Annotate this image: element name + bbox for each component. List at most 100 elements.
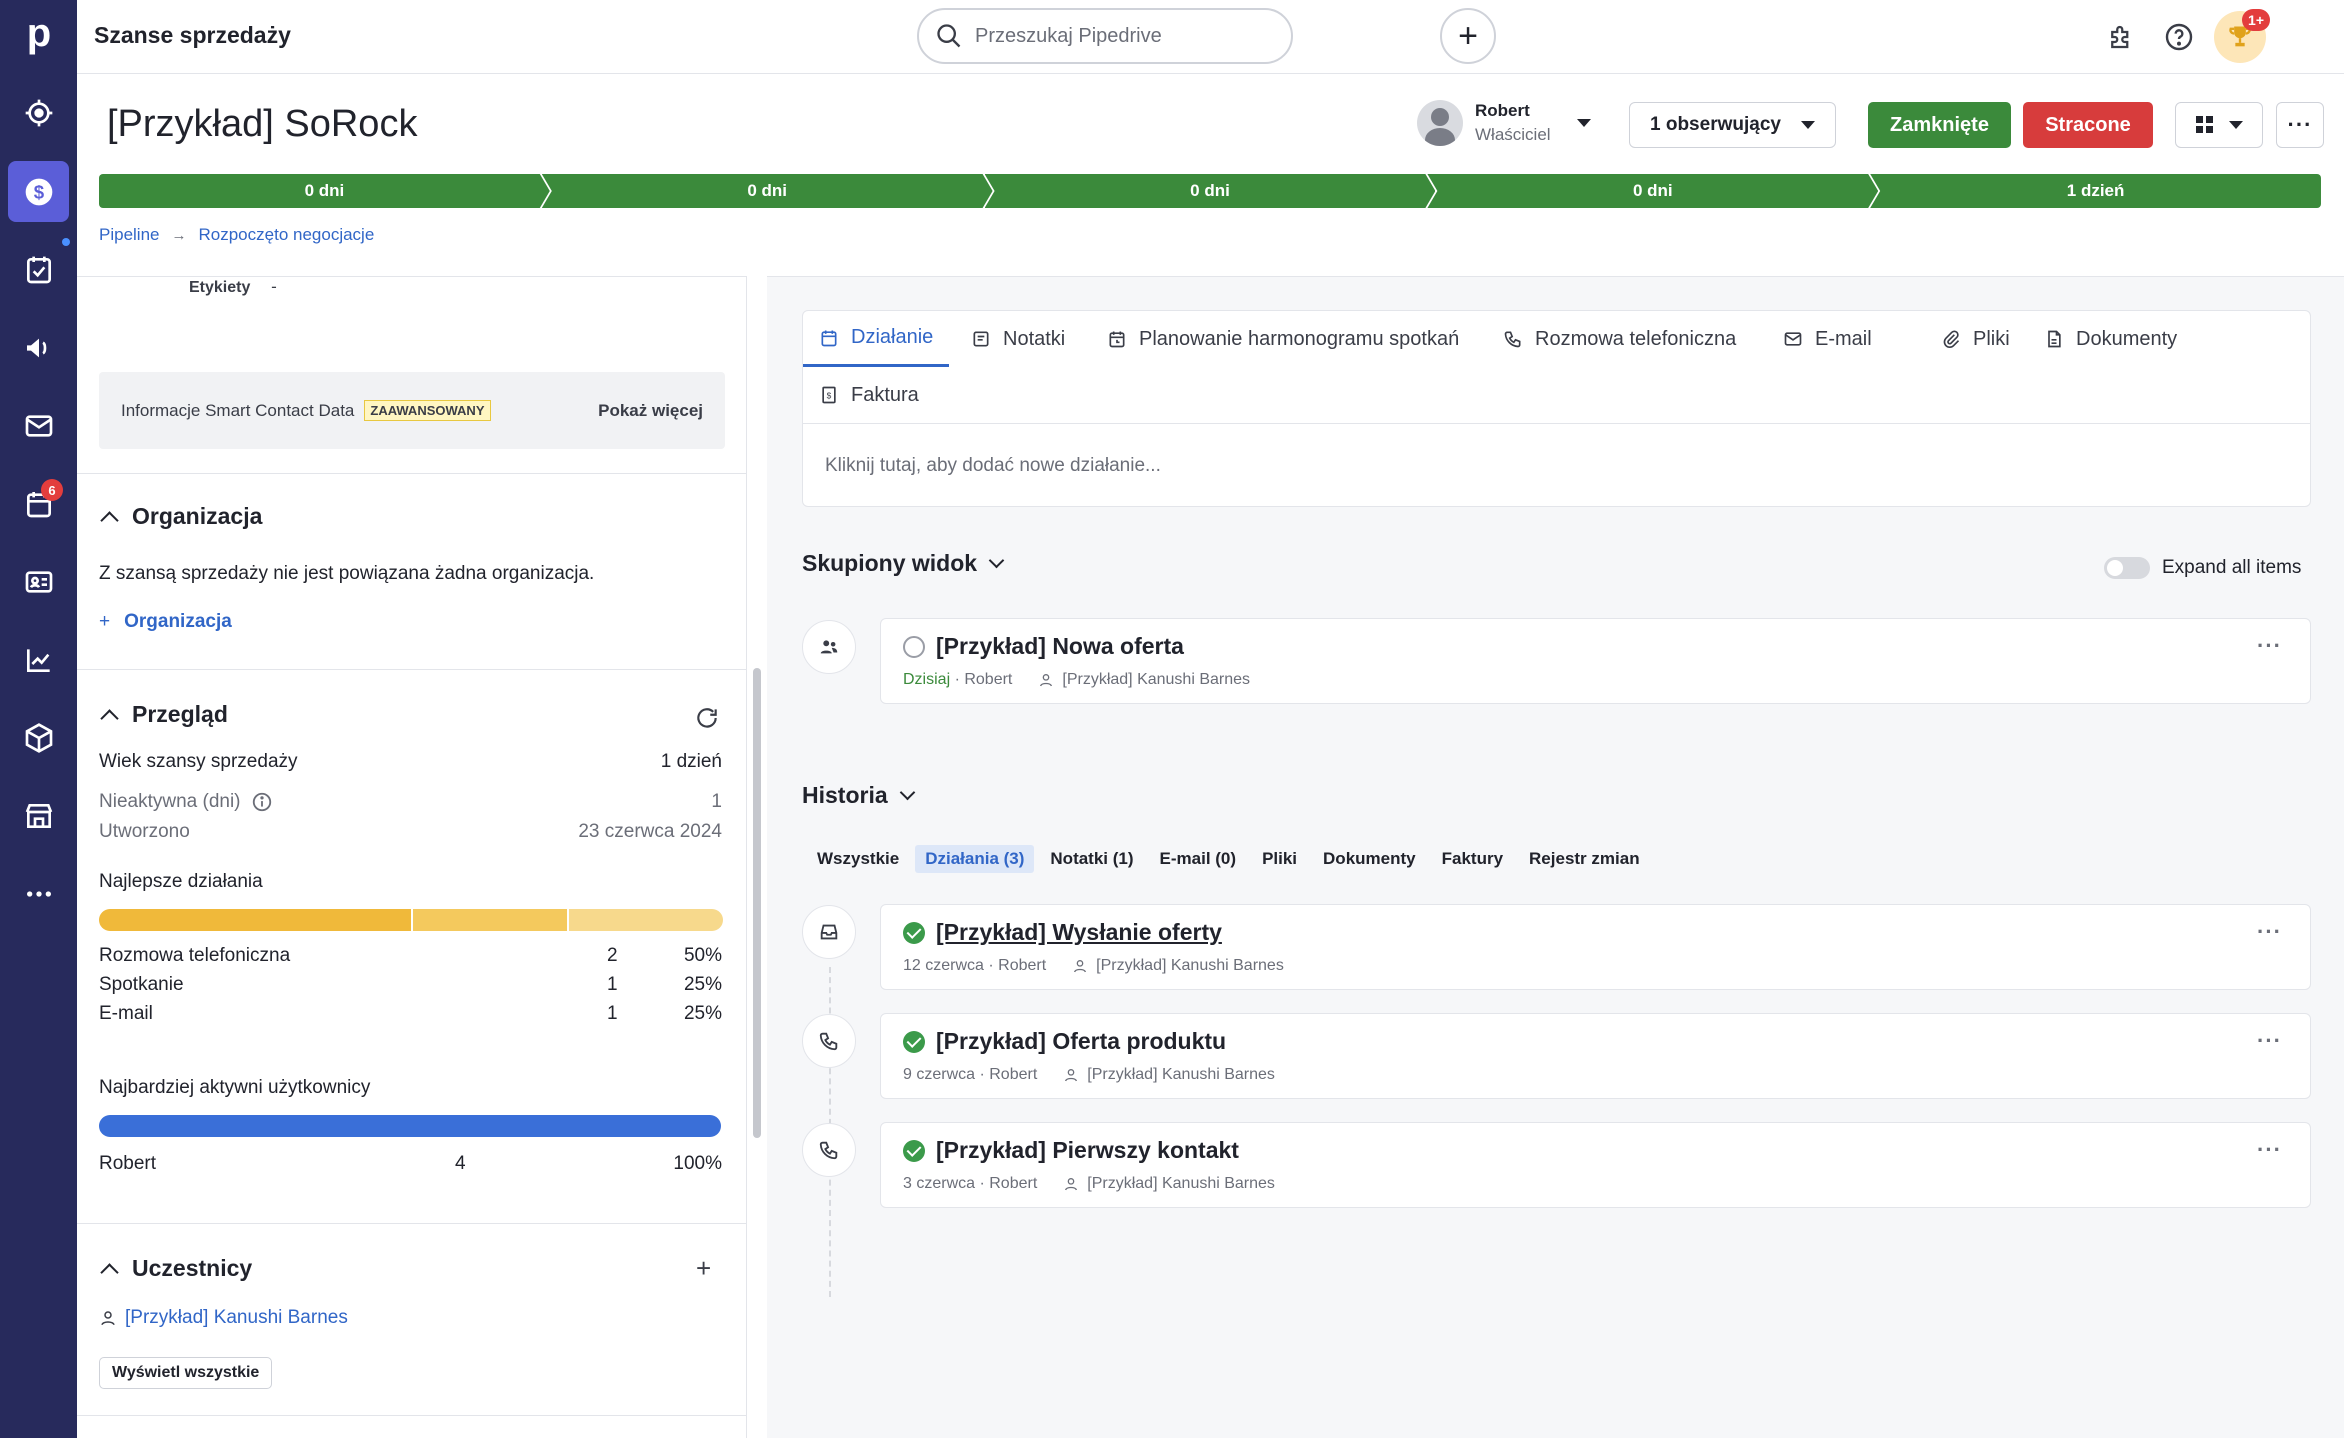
nav-products[interactable] xyxy=(8,707,69,768)
filter-activities[interactable]: Działania (3) xyxy=(915,845,1035,873)
overview-section-toggle[interactable]: Przegląd xyxy=(99,701,228,728)
lost-button[interactable]: Stracone xyxy=(2023,102,2153,148)
tab-notes[interactable]: Notatki xyxy=(971,311,1065,367)
filter-changelog[interactable]: Rejestr zmian xyxy=(1519,845,1650,873)
breadcrumb-pipeline[interactable]: Pipeline xyxy=(99,225,160,245)
megaphone-icon xyxy=(26,338,46,357)
pipeline-stage[interactable]: 0 dni xyxy=(1427,174,1878,208)
mark-done-checkbox[interactable] xyxy=(903,636,925,658)
pipeline-stage[interactable]: 0 dni xyxy=(542,174,993,208)
refresh-icon[interactable] xyxy=(694,705,720,731)
activity-person[interactable]: [Przykład] Kanushi Barnes xyxy=(1062,671,1250,689)
nav-contacts[interactable] xyxy=(8,551,69,612)
organization-empty-text: Z szansą sprzedaży nie jest powiązana ża… xyxy=(99,563,595,584)
organization-title: Organizacja xyxy=(132,503,263,529)
activity-percent: 25% xyxy=(683,974,722,995)
history-item-person[interactable]: [Przykład] Kanushi Barnes xyxy=(1087,1066,1275,1084)
nav-mail[interactable] xyxy=(8,395,69,456)
new-activity-input[interactable]: Kliknij tutaj, aby dodać nowe działanie.… xyxy=(825,455,1161,477)
card-menu-button[interactable]: ··· xyxy=(2257,1028,2282,1054)
achievements-button[interactable]: 1+ xyxy=(2214,9,2270,63)
history-item[interactable]: [Przykład] Wysłanie oferty 12 czerwca · … xyxy=(880,904,2311,990)
pipeline-stage[interactable]: 0 dni xyxy=(99,174,550,208)
card-menu-button[interactable]: ··· xyxy=(2257,1137,2282,1163)
contact-card-icon xyxy=(25,570,52,593)
tab-scheduler[interactable]: Planowanie harmonogramu spotkań xyxy=(1107,311,1459,367)
filter-email[interactable]: E-mail (0) xyxy=(1150,845,1247,873)
pipeline-stage[interactable]: 1 dzień xyxy=(1870,174,2321,208)
won-button[interactable]: Zamknięte xyxy=(1868,102,2011,148)
pipedrive-logo[interactable]: p xyxy=(20,13,58,53)
toggle-switch[interactable] xyxy=(2104,557,2150,579)
done-check-icon[interactable] xyxy=(903,1031,925,1053)
breadcrumb-stage[interactable]: Rozpoczęto negocjacje xyxy=(199,225,375,245)
filter-all[interactable]: Wszystkie xyxy=(807,845,909,873)
chevron-down-icon xyxy=(2229,121,2243,129)
search-input[interactable]: Przeszukaj Pipedrive xyxy=(917,8,1293,64)
tab-label: Notatki xyxy=(1003,327,1066,350)
history-item-person[interactable]: [Przykład] Kanushi Barnes xyxy=(1096,957,1284,975)
done-check-icon[interactable] xyxy=(903,1140,925,1162)
tab-label: Pliki xyxy=(1973,327,2010,350)
filter-notes[interactable]: Notatki (1) xyxy=(1040,845,1143,873)
add-organization-link[interactable]: + Organizacja xyxy=(99,611,232,633)
tab-email[interactable]: E-mail xyxy=(1783,311,1872,367)
created-label: Utworzono xyxy=(99,821,190,842)
nav-insights[interactable] xyxy=(8,629,69,690)
owner-selector[interactable]: Robert Właściciel xyxy=(1417,99,1591,147)
tab-files[interactable]: Pliki xyxy=(1941,311,2010,367)
nav-more[interactable] xyxy=(8,863,69,924)
history-item-title[interactable]: [Przykład] Wysłanie oferty xyxy=(936,919,1222,946)
tab-call[interactable]: Rozmowa telefoniczna xyxy=(1503,311,1736,367)
store-icon xyxy=(25,803,52,828)
focused-activity-card[interactable]: [Przykład] Nowa oferta Dzisiaj · Robert … xyxy=(880,618,2311,704)
nav-campaigns[interactable] xyxy=(8,317,69,378)
page-title: Szanse sprzedaży xyxy=(94,22,291,48)
tab-label: Faktura xyxy=(851,383,919,406)
more-actions-button[interactable]: ··· xyxy=(2276,102,2324,148)
divider xyxy=(77,1223,746,1224)
filter-files[interactable]: Pliki xyxy=(1252,845,1307,873)
followers-button[interactable]: 1 obserwujący xyxy=(1629,102,1836,148)
quick-add-button[interactable]: + xyxy=(1440,8,1496,64)
nav-marketplace[interactable] xyxy=(8,785,69,846)
divider xyxy=(803,423,2310,424)
filter-invoices[interactable]: Faktury xyxy=(1432,845,1513,873)
focused-view-toggle[interactable]: Skupiony widok xyxy=(802,550,1005,577)
extensions-button[interactable] xyxy=(2101,17,2141,57)
history-type-icon xyxy=(802,905,856,959)
pipeline-stage[interactable]: 0 dni xyxy=(985,174,1436,208)
activity-composer: Działanie Notatki Planowanie harmonogram… xyxy=(802,310,2311,507)
nav-deals[interactable]: $ xyxy=(8,161,69,222)
history-toggle[interactable]: Historia xyxy=(802,782,915,809)
history-item[interactable]: [Przykład] Pierwszy kontakt 3 czerwca · … xyxy=(880,1122,2311,1208)
organization-section-toggle[interactable]: Organizacja xyxy=(99,503,262,530)
view-all-button[interactable]: Wyświetl wszystkie xyxy=(99,1357,273,1389)
done-check-icon[interactable] xyxy=(903,922,925,944)
history-item[interactable]: [Przykład] Oferta produktu 9 czerwca · R… xyxy=(880,1013,2311,1099)
layout-selector[interactable] xyxy=(2175,102,2263,148)
nav-leads[interactable] xyxy=(8,82,69,143)
info-icon[interactable] xyxy=(251,791,273,813)
activity-title[interactable]: [Przykład] Nowa oferta xyxy=(936,633,1184,660)
participant-link[interactable]: [Przykład] Kanushi Barnes xyxy=(99,1307,348,1329)
deal-title[interactable]: [Przykład] SoRock xyxy=(107,103,417,146)
tab-documents[interactable]: Dokumenty xyxy=(2044,311,2177,367)
tab-invoice[interactable]: $ Faktura xyxy=(819,367,919,423)
help-button[interactable] xyxy=(2159,17,2199,57)
expand-all-toggle[interactable]: Expand all items xyxy=(2104,557,2301,579)
filter-documents[interactable]: Dokumenty xyxy=(1313,845,1426,873)
add-participant-icon[interactable]: + xyxy=(696,1253,711,1284)
sidebar-scrollbar[interactable] xyxy=(753,668,761,1138)
card-menu-button[interactable]: ··· xyxy=(2257,633,2282,659)
card-menu-button[interactable]: ··· xyxy=(2257,919,2282,945)
history-item-title[interactable]: [Przykład] Oferta produktu xyxy=(936,1028,1226,1055)
history-item-title[interactable]: [Przykład] Pierwszy kontakt xyxy=(936,1137,1239,1164)
participants-section-toggle[interactable]: Uczestnicy xyxy=(99,1255,252,1282)
show-more-link[interactable]: Pokaż więcej xyxy=(598,401,703,421)
nav-activities[interactable] xyxy=(8,239,69,300)
history-item-person[interactable]: [Przykład] Kanushi Barnes xyxy=(1087,1175,1275,1193)
tab-activity[interactable]: Działanie xyxy=(803,311,950,367)
nav-calendar[interactable]: 6 xyxy=(8,473,69,534)
labels-row[interactable]: Etykiety - xyxy=(189,277,277,297)
